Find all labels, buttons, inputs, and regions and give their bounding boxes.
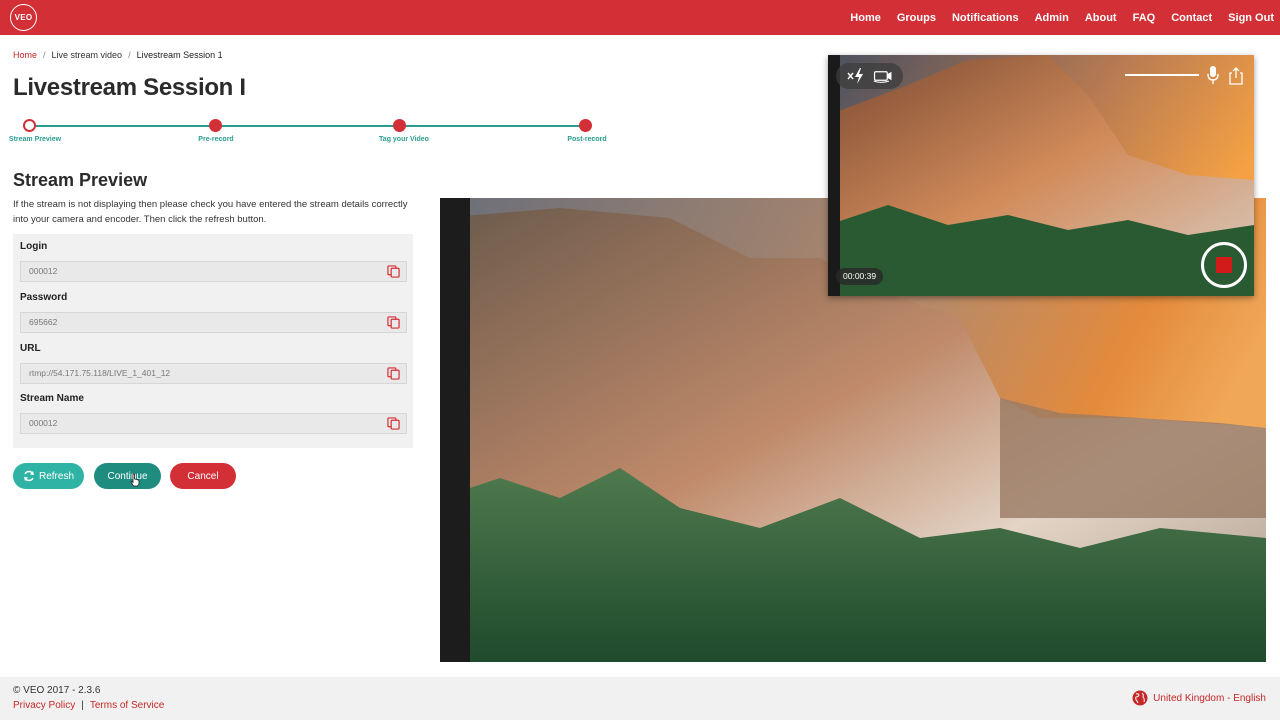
password-input[interactable]: 695662 bbox=[20, 312, 407, 333]
refresh-icon bbox=[23, 470, 34, 482]
copy-icon[interactable] bbox=[387, 265, 400, 278]
step-label-tag-video[interactable]: Tag your Video bbox=[379, 136, 429, 143]
page-title: Livestream Session I bbox=[13, 74, 246, 101]
refresh-button-label: Refresh bbox=[38, 470, 74, 482]
password-field: Password 695662 bbox=[20, 292, 407, 333]
field-label: Password bbox=[20, 292, 68, 303]
locale-selector[interactable]: United Kingdom - English bbox=[1132, 690, 1266, 706]
section-title: Stream Preview bbox=[13, 170, 148, 190]
url-input[interactable]: rtmp://54.171.75.118/LIVE_1_401_12 bbox=[20, 363, 407, 384]
nav-link-faq[interactable]: FAQ bbox=[1133, 12, 1156, 24]
microphone-icon[interactable] bbox=[1206, 65, 1220, 85]
terms-of-service-link[interactable]: Terms of Service bbox=[90, 700, 164, 711]
progress-stepper: Stream Preview Pre-record Tag your Video… bbox=[0, 117, 620, 147]
copy-icon[interactable] bbox=[387, 367, 400, 380]
camera-preview-window[interactable]: 00:00:39 bbox=[828, 55, 1254, 296]
globe-icon bbox=[1132, 690, 1148, 706]
breadcrumb: Home / Live stream video / Livestream Se… bbox=[13, 50, 223, 60]
step-label-stream-preview[interactable]: Stream Preview bbox=[9, 136, 61, 143]
breadcrumb-current: Livestream Session 1 bbox=[136, 50, 223, 60]
locale-label: United Kingdom - English bbox=[1153, 692, 1266, 704]
field-label: Login bbox=[20, 241, 48, 252]
share-icon[interactable] bbox=[1229, 66, 1243, 85]
landscape-image bbox=[828, 55, 1254, 296]
stream-details-form: Login 000012 Password 695662 URL rtmp://… bbox=[13, 234, 413, 448]
stream-name-field: Stream Name 000012 bbox=[20, 393, 407, 434]
record-icon bbox=[1216, 257, 1232, 273]
zoom-slider[interactable] bbox=[1125, 74, 1199, 76]
copyright-text: © VEO 2017 - 2.3.6 bbox=[13, 685, 101, 696]
section-description: If the stream is not displaying then ple… bbox=[13, 199, 408, 225]
footer: © VEO 2017 - 2.3.6 Privacy Policy | Term… bbox=[0, 677, 1280, 720]
continue-button[interactable]: Continue bbox=[94, 463, 161, 489]
privacy-policy-link[interactable]: Privacy Policy bbox=[13, 700, 75, 711]
nav-link-notifications[interactable]: Notifications bbox=[952, 12, 1019, 24]
breadcrumb-home[interactable]: Home bbox=[13, 50, 37, 60]
footer-separator: | bbox=[81, 700, 84, 711]
page: VEO Home Groups Notifications Admin Abou… bbox=[0, 0, 1280, 720]
breadcrumb-separator: / bbox=[128, 50, 131, 60]
cancel-button-label: Cancel bbox=[187, 470, 219, 482]
nav-link-sign-out[interactable]: Sign Out bbox=[1228, 12, 1274, 24]
flash-off-icon[interactable] bbox=[845, 67, 867, 85]
breadcrumb-separator: / bbox=[43, 50, 46, 60]
stream-name-input[interactable]: 000012 bbox=[20, 413, 407, 434]
nav-link-admin[interactable]: Admin bbox=[1035, 12, 1069, 24]
hand-cursor-icon bbox=[130, 473, 140, 487]
login-input[interactable]: 000012 bbox=[20, 261, 407, 282]
camera-controls bbox=[836, 63, 903, 89]
top-navbar: VEO Home Groups Notifications Admin Abou… bbox=[0, 0, 1280, 35]
record-button[interactable] bbox=[1201, 242, 1247, 288]
field-value: rtmp://54.171.75.118/LIVE_1_401_12 bbox=[29, 368, 171, 378]
recording-timer: 00:00:39 bbox=[836, 268, 884, 285]
step-dot-pre-record[interactable] bbox=[209, 119, 222, 132]
field-value: 000012 bbox=[29, 418, 58, 428]
step-label-post-record[interactable]: Post-record bbox=[567, 136, 606, 143]
nav-link-about[interactable]: About bbox=[1085, 12, 1117, 24]
login-field: Login 000012 bbox=[20, 241, 407, 282]
step-dot-post-record[interactable] bbox=[579, 119, 592, 132]
step-dot-tag-video[interactable] bbox=[393, 119, 406, 132]
breadcrumb-parent[interactable]: Live stream video bbox=[52, 50, 123, 60]
field-label: URL bbox=[20, 343, 41, 354]
url-field: URL rtmp://54.171.75.118/LIVE_1_401_12 bbox=[20, 343, 407, 384]
field-label: Stream Name bbox=[20, 393, 84, 404]
veo-logo[interactable]: VEO bbox=[10, 4, 37, 31]
refresh-button[interactable]: Refresh bbox=[13, 463, 84, 489]
footer-links: Privacy Policy | Terms of Service bbox=[13, 700, 164, 711]
copy-icon[interactable] bbox=[387, 316, 400, 329]
step-dot-stream-preview[interactable] bbox=[23, 119, 36, 132]
nav-link-groups[interactable]: Groups bbox=[897, 12, 936, 24]
field-value: 695662 bbox=[29, 317, 58, 327]
copy-icon[interactable] bbox=[387, 417, 400, 430]
switch-camera-icon[interactable] bbox=[872, 67, 894, 85]
stepper-line bbox=[30, 125, 585, 127]
nav-link-home[interactable]: Home bbox=[850, 12, 881, 24]
field-value: 000012 bbox=[29, 266, 58, 276]
cancel-button[interactable]: Cancel bbox=[170, 463, 236, 489]
step-label-pre-record[interactable]: Pre-record bbox=[198, 136, 233, 143]
nav-link-contact[interactable]: Contact bbox=[1171, 12, 1212, 24]
nav-links: Home Groups Notifications Admin About FA… bbox=[834, 0, 1274, 35]
continue-button-label: Continue bbox=[107, 470, 148, 482]
